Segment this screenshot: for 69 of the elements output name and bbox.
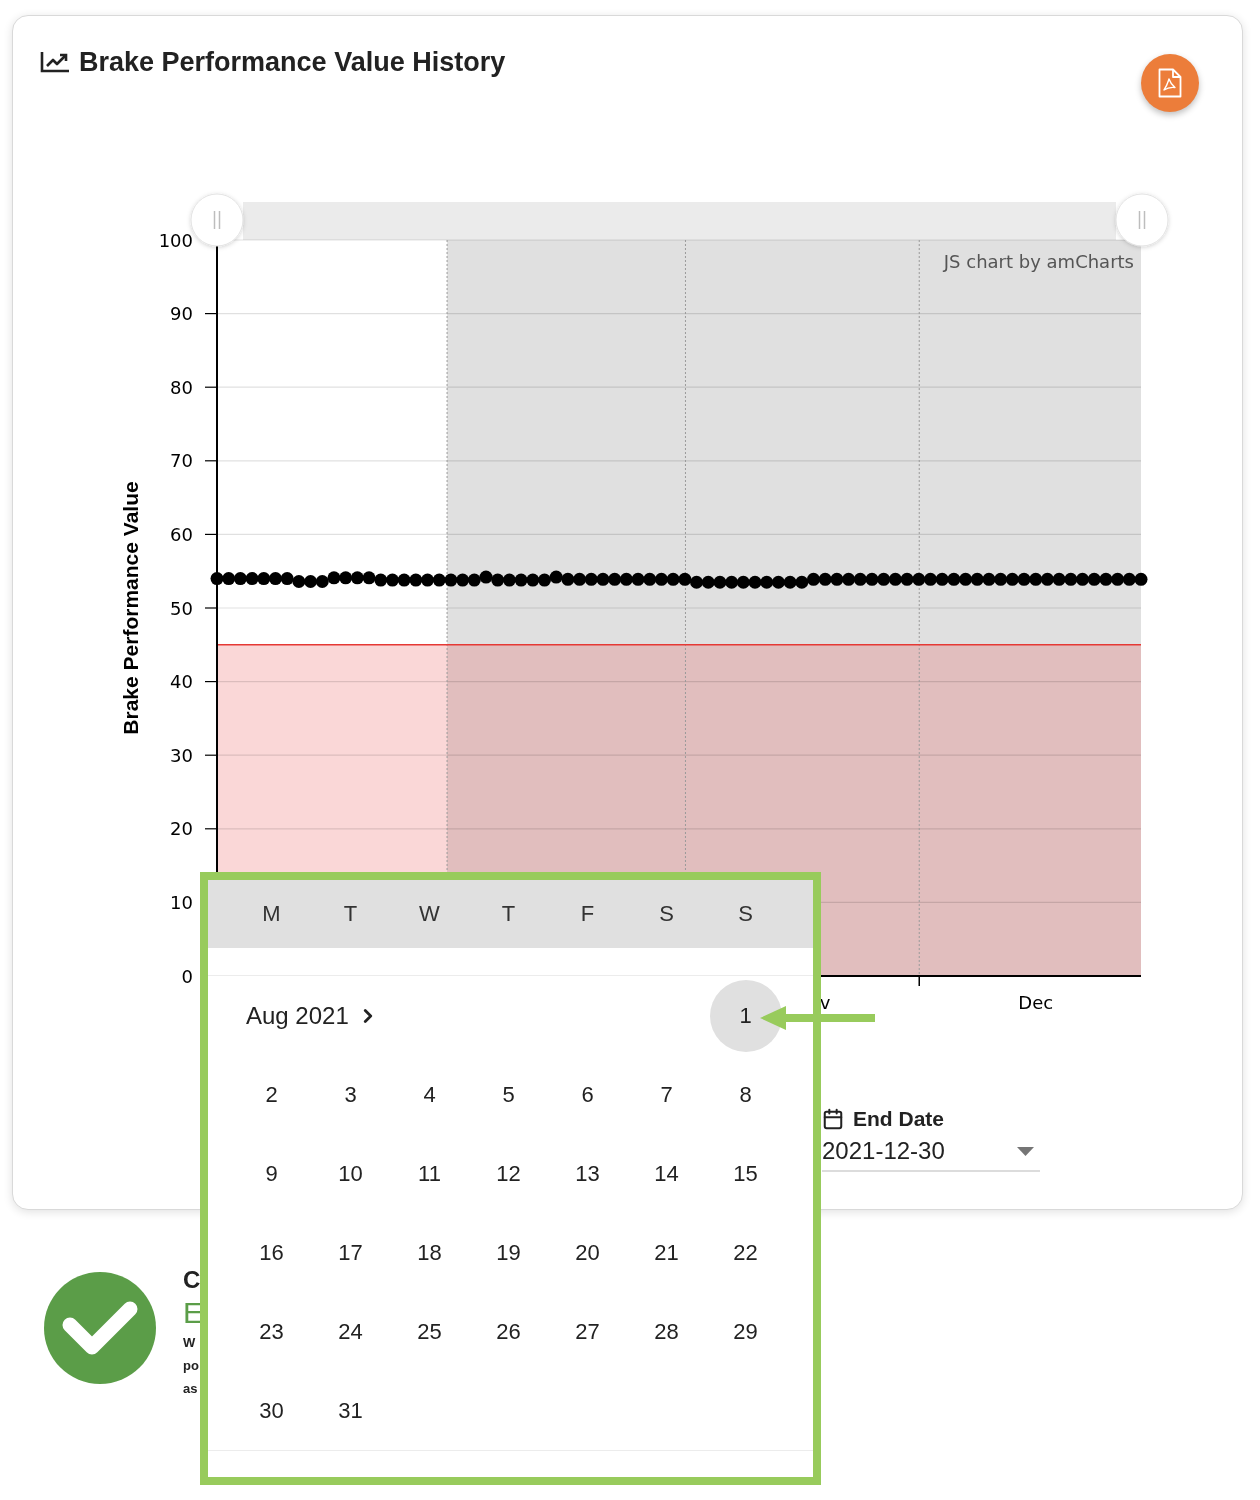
axis-tick-label: v [819,991,831,1013]
calendar-day[interactable]: 3 [314,1058,387,1131]
calendar-day[interactable]: 19 [472,1216,545,1289]
axis-tick-label: 90 [170,303,193,325]
weekday-label: S [738,901,753,927]
calendar-day[interactable]: 16 [235,1216,308,1289]
weekday-label: W [419,901,440,927]
calendar-day[interactable]: 24 [314,1295,387,1368]
calendar-day[interactable]: 8 [709,1058,782,1131]
axis-tick-label: 70 [170,450,193,472]
scrollbar-track[interactable] [243,202,1116,240]
calendar-day[interactable]: 12 [472,1137,545,1210]
calendar-day[interactable]: 26 [472,1295,545,1368]
axis-tick-label: 80 [170,376,193,398]
axis-tick-label: 0 [181,965,193,987]
calendar-day[interactable]: 1 [709,979,782,1052]
section-heading: C [183,1265,201,1294]
axis-tick-label: 20 [170,818,193,840]
axis-tick-label: 40 [170,671,193,693]
weekday-label: T [501,901,516,927]
weekday-label: F [580,901,595,927]
card-title: Brake Performance Value History [79,46,506,79]
calendar-day[interactable]: 17 [314,1216,387,1289]
month-selector-button[interactable]: Aug 2021 [246,1000,379,1031]
grip-handle[interactable] [1115,193,1169,247]
calendar-day[interactable]: 25 [393,1295,466,1368]
end-date-select[interactable]: 2021-12-30 [822,1132,1040,1172]
calendar-day[interactable]: 30 [235,1374,308,1447]
calendar-day[interactable]: 27 [551,1295,624,1368]
axis-tick-label: 10 [170,891,193,913]
calendar-day[interactable]: 2 [235,1058,308,1131]
grip-handle[interactable] [190,193,244,247]
calendar-day[interactable]: 13 [551,1137,624,1210]
calendar-day[interactable]: 29 [709,1295,782,1368]
chart-credit[interactable]: JS chart by amCharts [943,250,1134,272]
status-text: E [183,1295,203,1331]
calendar-day[interactable]: 18 [393,1216,466,1289]
check-circle-icon [44,1272,156,1384]
axis-tick-label: 100 [158,229,193,251]
calendar-icon [822,1108,844,1130]
line-chart-icon [40,51,70,73]
calendar-day[interactable]: 23 [235,1295,308,1368]
field-label: End Date [853,1106,944,1132]
calendar-day[interactable]: 21 [630,1216,703,1289]
caret-icon [1017,1146,1034,1156]
weekday-label: M [262,901,281,927]
axis-tick-label: 30 [170,744,193,766]
calendar-day[interactable]: 4 [393,1058,466,1131]
axis-tick-label: 50 [170,597,193,619]
axis-tick-label: 60 [170,523,193,545]
calendar-day[interactable]: 9 [235,1137,308,1210]
calendar-day[interactable]: 14 [630,1137,703,1210]
calendar-day[interactable]: 22 [709,1216,782,1289]
calendar-day[interactable]: 15 [709,1137,782,1210]
pdf-file-icon [1158,68,1182,98]
description-text: W po as [183,1334,200,1398]
weekday-label: T [343,901,358,927]
weekday-label: S [659,901,674,927]
calendar-day[interactable]: 31 [314,1374,387,1447]
calendar-day[interactable]: 28 [630,1295,703,1368]
calendar-day[interactable]: 6 [551,1058,624,1131]
calendar-day[interactable]: 20 [551,1216,624,1289]
axis-title: Brake Performance Value [118,481,142,735]
calendar-day[interactable]: 5 [472,1058,545,1131]
calendar-day[interactable]: 10 [314,1137,387,1210]
calendar-day[interactable]: 7 [630,1058,703,1131]
calendar-day[interactable]: 11 [393,1137,466,1210]
export-pdf-button[interactable] [1141,54,1199,112]
axis-tick-label: Dec [1018,991,1054,1013]
